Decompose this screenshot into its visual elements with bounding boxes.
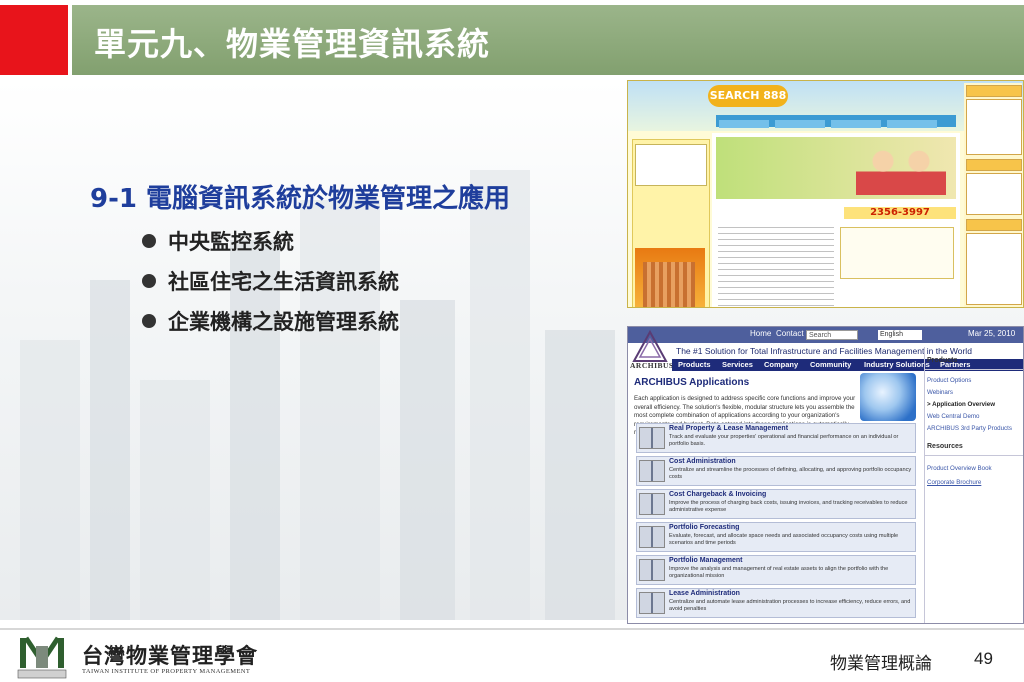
tipm-logo-icon (17, 636, 67, 679)
nav-products[interactable]: Products (678, 360, 711, 369)
bullet-item: 企業機構之設施管理系統 (142, 306, 399, 346)
sidebar-link[interactable]: Web Central Demo (927, 413, 980, 420)
contact-link[interactable]: Contact (776, 329, 804, 338)
housesearch-logo: SEARCH 888 (708, 85, 788, 107)
archibus-topbar: Home Contact Search English Mar 25, 2010 (628, 327, 1023, 343)
sidebar-link-selected[interactable]: > Application Overview (927, 401, 995, 408)
sidebar-heading-resources: Resources (927, 443, 963, 450)
housesearch-ad-box (840, 227, 954, 279)
application-card[interactable]: Lease Administration Centralize and auto… (636, 588, 916, 618)
map-thumbnail-icon (639, 559, 665, 581)
archibus-logo-text: ARCHIBUS (630, 361, 674, 370)
document-thumbnail-icon (639, 592, 665, 614)
home-link[interactable]: Home (750, 329, 771, 338)
language-select[interactable]: English (878, 330, 922, 340)
sidebar-link[interactable]: ARCHIBUS 3rd Party Products (927, 425, 1012, 432)
housesearch-left-column (632, 139, 710, 307)
application-card[interactable]: Cost Chargeback & Invoicing Improve the … (636, 489, 916, 519)
title-bar: 單元九、物業管理資訊系統 (72, 5, 1024, 75)
resource-link[interactable]: Product Overview Book (927, 465, 992, 472)
housesearch-main: 2356-3997 (712, 133, 960, 307)
building-thumbnail-icon (639, 493, 665, 515)
sidebar-link[interactable]: Product Options (927, 377, 971, 384)
archibus-page-heading: ARCHIBUS Applications (634, 377, 750, 388)
nav-community[interactable]: Community (810, 360, 851, 369)
org-name-english: TAIWAN INSTITUTE OF PROPERTY MANAGEMENT (82, 668, 251, 675)
housesearch-right-column (964, 83, 1022, 307)
housesearch-login-box (635, 144, 707, 186)
application-card[interactable]: Portfolio Management Improve the analysi… (636, 555, 916, 585)
housesearch-phone: 2356-3997 (844, 207, 956, 219)
sidebar-heading-products: Products (927, 357, 958, 364)
building-thumbnail-icon (639, 427, 665, 449)
title-accent-block (0, 5, 68, 75)
housesearch-photo (966, 99, 1022, 155)
nav-industry-solutions[interactable]: Industry Solutions (864, 360, 930, 369)
building-thumbnail-icon (639, 460, 665, 482)
course-title: 物業管理概論 (830, 654, 932, 674)
date-label: Mar 25, 2010 (968, 329, 1016, 338)
building-thumbnail-icon (639, 526, 665, 548)
page-number: 49 (974, 649, 993, 668)
application-card[interactable]: Portfolio Forecasting Evaluate, forecast… (636, 522, 916, 552)
bullet-dot-icon (142, 314, 156, 328)
search-input[interactable]: Search (806, 330, 858, 340)
archibus-sidebar: Products Product Options Webinars > Appl… (924, 347, 1023, 623)
globe-image (860, 373, 916, 421)
application-card[interactable]: Cost Administration Centralize and strea… (636, 456, 916, 486)
sidebar-link[interactable]: Webinars (927, 389, 953, 396)
bullet-list: 中央監控系統 社區住宅之生活資訊系統 企業機構之設施管理系統 (142, 226, 399, 346)
section-subheading: 9-1 電腦資訊系統於物業管理之應用 (90, 184, 511, 214)
nav-services[interactable]: Services (722, 360, 753, 369)
bullet-item: 中央監控系統 (142, 226, 399, 266)
slide-title: 單元九、物業管理資訊系統 (94, 25, 491, 63)
bullet-dot-icon (142, 274, 156, 288)
archibus-screenshot: Home Contact Search English Mar 25, 2010… (627, 326, 1024, 624)
application-card[interactable]: Real Property & Lease Management Track a… (636, 423, 916, 453)
nav-company[interactable]: Company (764, 360, 798, 369)
housesearch-nav (716, 115, 956, 128)
footer-divider (0, 628, 1024, 630)
bullet-item: 社區住宅之生活資訊系統 (142, 266, 399, 306)
bullet-dot-icon (142, 234, 156, 248)
housesearch-promo-image (635, 248, 705, 307)
org-name: 台灣物業管理學會 (82, 643, 258, 668)
resource-link[interactable]: Corporate Brochure (927, 479, 981, 486)
housesearch-banner-image (716, 137, 956, 199)
housesearch-article-text (718, 227, 834, 307)
housesearch-screenshot: SEARCH 888 2356-3997 (627, 80, 1024, 308)
